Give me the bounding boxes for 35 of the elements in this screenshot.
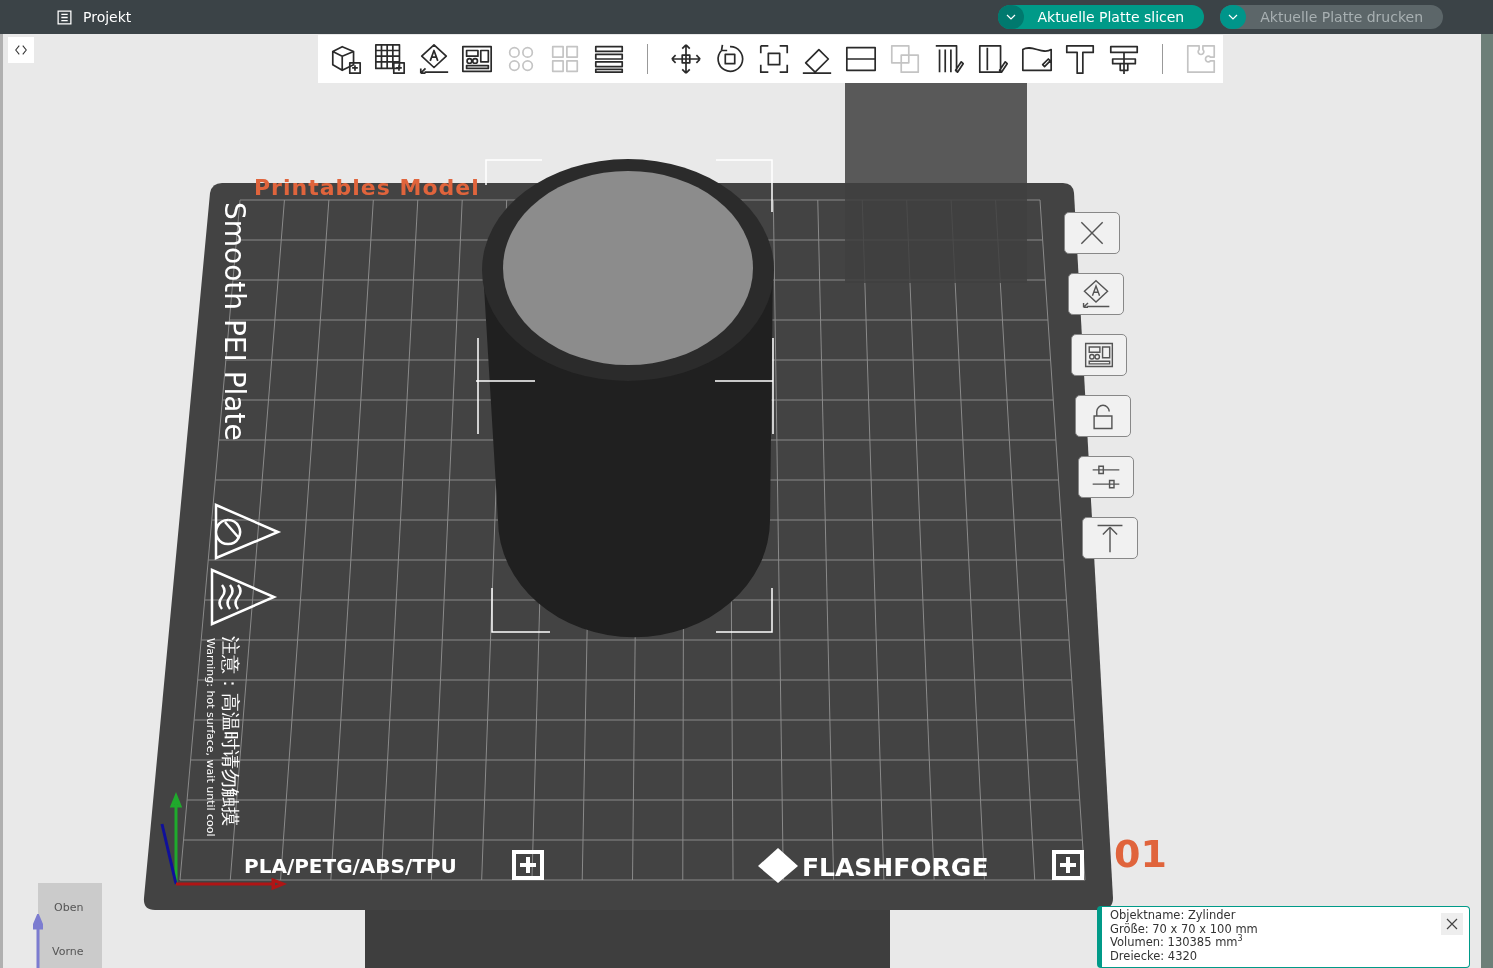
axis-arrow-icon bbox=[33, 914, 43, 968]
view-cube-label: Oben bbox=[54, 901, 84, 914]
plate-tool-button[interactable] bbox=[1074, 395, 1131, 437]
info-text: Dreiecke: 4320 bbox=[1110, 949, 1199, 963]
info-text: Volumen: 130385 mm$^{3}$ bbox=[1110, 936, 1244, 950]
warning-text: Warning: hot surface, wait until cool bbox=[204, 638, 217, 837]
plate-tool-button[interactable] bbox=[1067, 273, 1124, 315]
plate-tool-button[interactable] bbox=[1064, 212, 1120, 254]
collapse-button[interactable] bbox=[8, 37, 34, 63]
dropdown-button[interactable] bbox=[997, 5, 1024, 29]
plus-icon bbox=[512, 850, 544, 880]
move-icon bbox=[668, 42, 703, 76]
warning-icon bbox=[210, 503, 280, 626]
plate-surface-label: Smooth PEI Plate bbox=[218, 202, 252, 441]
close-icon bbox=[1446, 918, 1458, 930]
view-cube[interactable]: Oben Vorne bbox=[38, 883, 102, 968]
brand-label: FLASHFORGE bbox=[802, 853, 989, 882]
plate-label: Printables Model bbox=[254, 175, 480, 200]
view-cube-label: Vorne bbox=[52, 945, 84, 958]
close-button[interactable] bbox=[1441, 913, 1463, 935]
plate-tool-button[interactable] bbox=[1078, 456, 1135, 498]
diamond-logo-icon bbox=[758, 848, 798, 883]
caret-icon bbox=[1228, 14, 1239, 20]
material-label: PLA/PETG/ABS/TPU bbox=[244, 854, 457, 878]
add-plate-icon bbox=[372, 42, 407, 76]
info-text: Objektname: Zylinder bbox=[1110, 909, 1237, 923]
plus-icon bbox=[1052, 850, 1084, 880]
list-icon bbox=[56, 8, 73, 26]
caret-icon bbox=[1005, 14, 1016, 20]
project-menu-button[interactable]: Projekt bbox=[56, 8, 132, 26]
plate-number: 01 bbox=[1114, 832, 1167, 876]
plate-tool-button[interactable] bbox=[1082, 517, 1138, 559]
code-icon bbox=[14, 43, 28, 57]
warning-text: 注意：高温时请勿触摸 bbox=[220, 636, 242, 826]
plate-tool-button[interactable] bbox=[1071, 334, 1128, 376]
